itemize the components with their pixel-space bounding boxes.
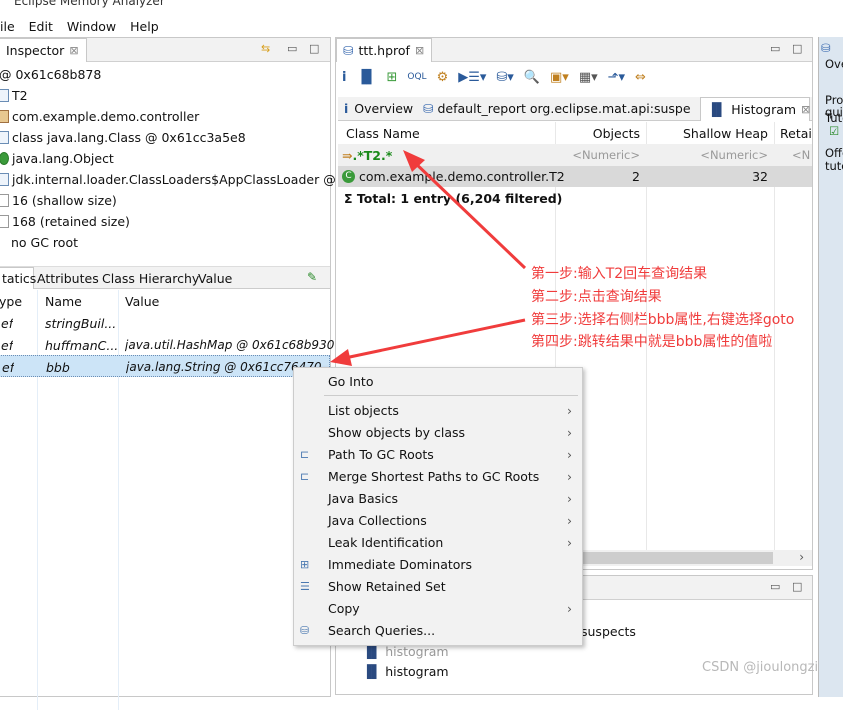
menu-item-label: Search Queries... <box>328 622 436 638</box>
menu-item-label: Show objects by class <box>328 424 466 440</box>
arrow-step3 <box>344 318 526 360</box>
menu-item-label: Go Into <box>328 373 374 389</box>
menu-item-merge-shortest-paths-to-gc-roots[interactable]: ⊏ Merge Shortest Paths to GC Roots › <box>294 465 582 487</box>
dominator-icon: ⊞ <box>300 557 310 571</box>
submenu-arrow-icon: › <box>567 402 572 418</box>
submenu-arrow-icon: › <box>567 468 572 484</box>
menu-item-label: Show Retained Set <box>328 578 446 594</box>
submenu-arrow-icon: › <box>567 534 572 550</box>
arrow-step1 <box>410 158 527 270</box>
menu-item-show-objects-by-class[interactable]: Show objects by class › <box>294 421 582 443</box>
submenu-arrow-icon: › <box>567 446 572 462</box>
merge-icon: ⊏ <box>300 469 310 483</box>
menu-item-list-objects[interactable]: List objects › <box>294 399 582 421</box>
path-icon: ⊏ <box>300 447 310 461</box>
submenu-arrow-icon: › <box>567 512 572 528</box>
submenu-arrow-icon: › <box>567 424 572 440</box>
menu-item-label: Java Basics <box>328 490 398 506</box>
menu-item-label: Path To GC Roots <box>328 446 434 462</box>
menu-item-label: Immediate Dominators <box>328 556 473 572</box>
menu-item-go-into[interactable]: Go Into <box>294 370 582 392</box>
menu-item-show-retained-set[interactable]: ☰ Show Retained Set <box>294 575 582 597</box>
context-menu: Go Into List objects › Show objects by clas… <box>293 367 583 646</box>
menu-item-label: Merge Shortest Paths to GC Roots <box>328 468 540 484</box>
retained-icon: ☰ <box>300 579 310 593</box>
arrowhead-step3 <box>330 349 352 366</box>
watermark: CSDN @jioulongzi <box>702 660 819 675</box>
menu-item-search-queries[interactable]: ⛁ Search Queries... <box>294 619 582 641</box>
menu-item-java-basics[interactable]: Java Basics › <box>294 487 582 509</box>
menu-item-immediate-dominators[interactable]: ⊞ Immediate Dominators <box>294 553 582 575</box>
submenu-arrow-icon: › <box>567 490 572 506</box>
menu-item-java-collections[interactable]: Java Collections › <box>294 509 582 531</box>
menu-item-copy[interactable]: Copy › <box>294 597 582 619</box>
submenu-arrow-icon: › <box>567 600 572 616</box>
menu-item-label: Copy <box>328 600 360 616</box>
menu-separator <box>324 395 578 396</box>
search-queries-icon: ⛁ <box>300 623 310 637</box>
menu-item-label: Leak Identification <box>328 534 444 550</box>
menu-item-path-to-gc-roots[interactable]: ⊏ Path To GC Roots › <box>294 443 582 465</box>
menu-item-label: List objects <box>328 402 399 418</box>
menu-item-leak-identification[interactable]: Leak Identification › <box>294 531 582 553</box>
menu-item-label: Java Collections <box>328 512 427 528</box>
